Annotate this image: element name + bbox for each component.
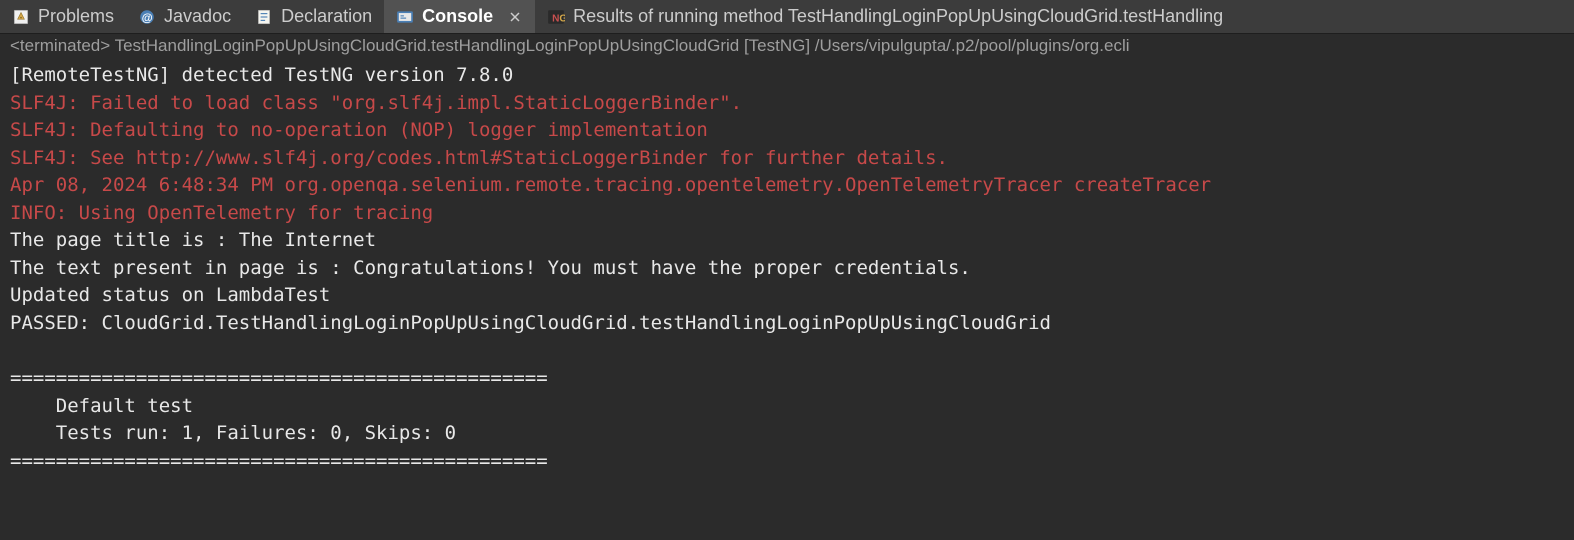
tab-label: Problems [38,6,114,27]
console-line: Apr 08, 2024 6:48:34 PM org.openqa.selen… [10,172,1564,200]
console-line: The text present in page is : Congratula… [10,255,1564,283]
tab-label: Console [422,6,493,27]
tab-javadoc[interactable]: @ Javadoc [126,0,243,33]
tab-bar: Problems @ Javadoc Declaration [0,0,1574,34]
tab-results[interactable]: N G Results of running method TestHandli… [535,0,1235,33]
console-line: SLF4J: See http://www.slf4j.org/codes.ht… [10,145,1564,173]
tab-label: Declaration [281,6,372,27]
console-line: SLF4J: Defaulting to no-operation (NOP) … [10,117,1564,145]
console-line: SLF4J: Failed to load class "org.slf4j.i… [10,90,1564,118]
console-line: Default test [10,393,1564,421]
console-line: Updated status on LambdaTest [10,282,1564,310]
tab-console[interactable]: Console [384,0,535,33]
tab-label: Javadoc [164,6,231,27]
declaration-icon [255,8,273,26]
status-line: <terminated> TestHandlingLoginPopUpUsing… [0,34,1574,58]
console-line: PASSED: CloudGrid.TestHandlingLoginPopUp… [10,310,1564,338]
console-line: The page title is : The Internet [10,227,1564,255]
console-line: Tests run: 1, Failures: 0, Skips: 0 [10,420,1564,448]
console-line: [RemoteTestNG] detected TestNG version 7… [10,62,1564,90]
svg-text:G: G [560,13,566,24]
tab-declaration[interactable]: Declaration [243,0,384,33]
console-line: INFO: Using OpenTelemetry for tracing [10,200,1564,228]
problems-icon [12,8,30,26]
svg-text:@: @ [142,12,153,24]
console-line [10,337,1564,365]
tab-problems[interactable]: Problems [0,0,126,33]
svg-text:N: N [552,13,559,24]
tab-label: Results of running method TestHandlingLo… [573,6,1223,27]
testng-icon: N G [547,8,565,26]
console-line: ========================================… [10,448,1564,476]
close-icon[interactable] [507,9,523,25]
console-icon [396,8,414,26]
console-content: [RemoteTestNG] detected TestNG version 7… [0,58,1574,479]
console-line: ========================================… [10,365,1564,393]
javadoc-icon: @ [138,8,156,26]
